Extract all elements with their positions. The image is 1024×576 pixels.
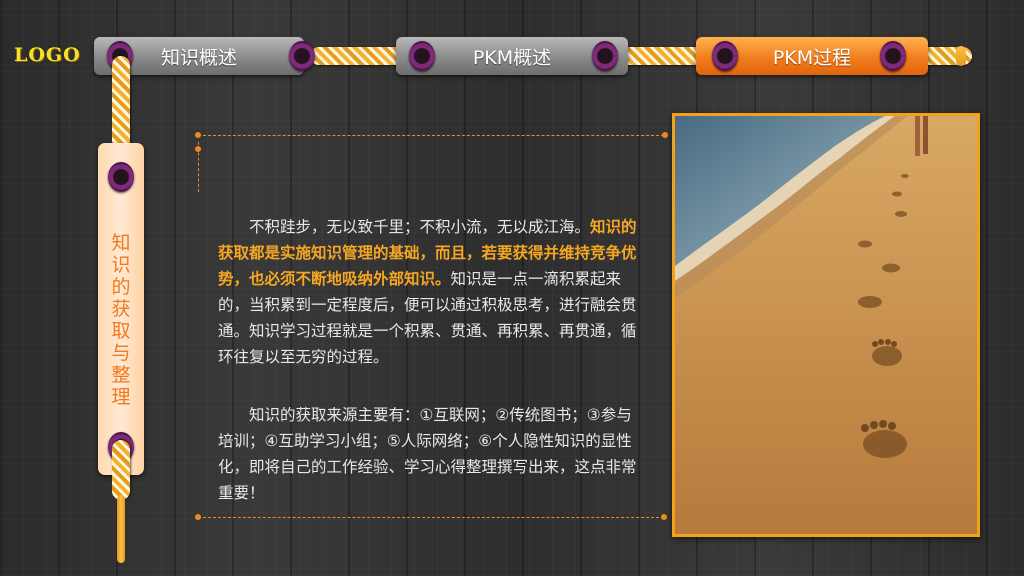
eyelet-icon bbox=[409, 41, 435, 71]
eyelet-icon bbox=[289, 41, 315, 71]
divider-dot bbox=[195, 132, 201, 138]
paragraph-intro: 不积跬步，无以致千里；不积小流，无以成江海。知识的获取都是实施知识管理的基础，而… bbox=[218, 214, 638, 370]
shoelace-end bbox=[956, 46, 966, 66]
eyelet-icon bbox=[592, 41, 618, 71]
eyelet-icon bbox=[880, 41, 906, 71]
shoelace-decoration bbox=[310, 47, 410, 65]
shoelace-decoration bbox=[112, 440, 130, 500]
paragraph-sources: 知识的获取来源主要有：①互联网；②传统图书；③参与培训；④互助学习小组；⑤人际网… bbox=[218, 402, 638, 506]
paragraph-text: 知识的获取来源主要有：①互联网；②传统图书；③参与培训；④互助学习小组；⑤人际网… bbox=[218, 406, 637, 502]
divider-dot bbox=[195, 146, 201, 152]
divider bbox=[198, 517, 664, 518]
section-title: 知识的获取与整理 bbox=[111, 232, 131, 408]
tab-label: PKM概述 bbox=[472, 46, 552, 69]
shoelace-end bbox=[117, 495, 125, 563]
tab-label: PKM过程 bbox=[772, 46, 852, 69]
divider-dot bbox=[662, 132, 668, 138]
divider-dot bbox=[195, 514, 201, 520]
paragraph-lead: 不积跬步，无以致千里；不积小流，无以成江海。 bbox=[249, 218, 591, 236]
divider bbox=[198, 135, 664, 136]
tab-label: 知识概述 bbox=[160, 46, 237, 69]
logo: LOGO bbox=[14, 44, 81, 66]
beach-footprints-image bbox=[675, 116, 977, 534]
photo-frame bbox=[672, 113, 980, 537]
eyelet-icon bbox=[108, 162, 134, 192]
eyelet-icon bbox=[712, 41, 738, 71]
divider-dot bbox=[661, 514, 667, 520]
